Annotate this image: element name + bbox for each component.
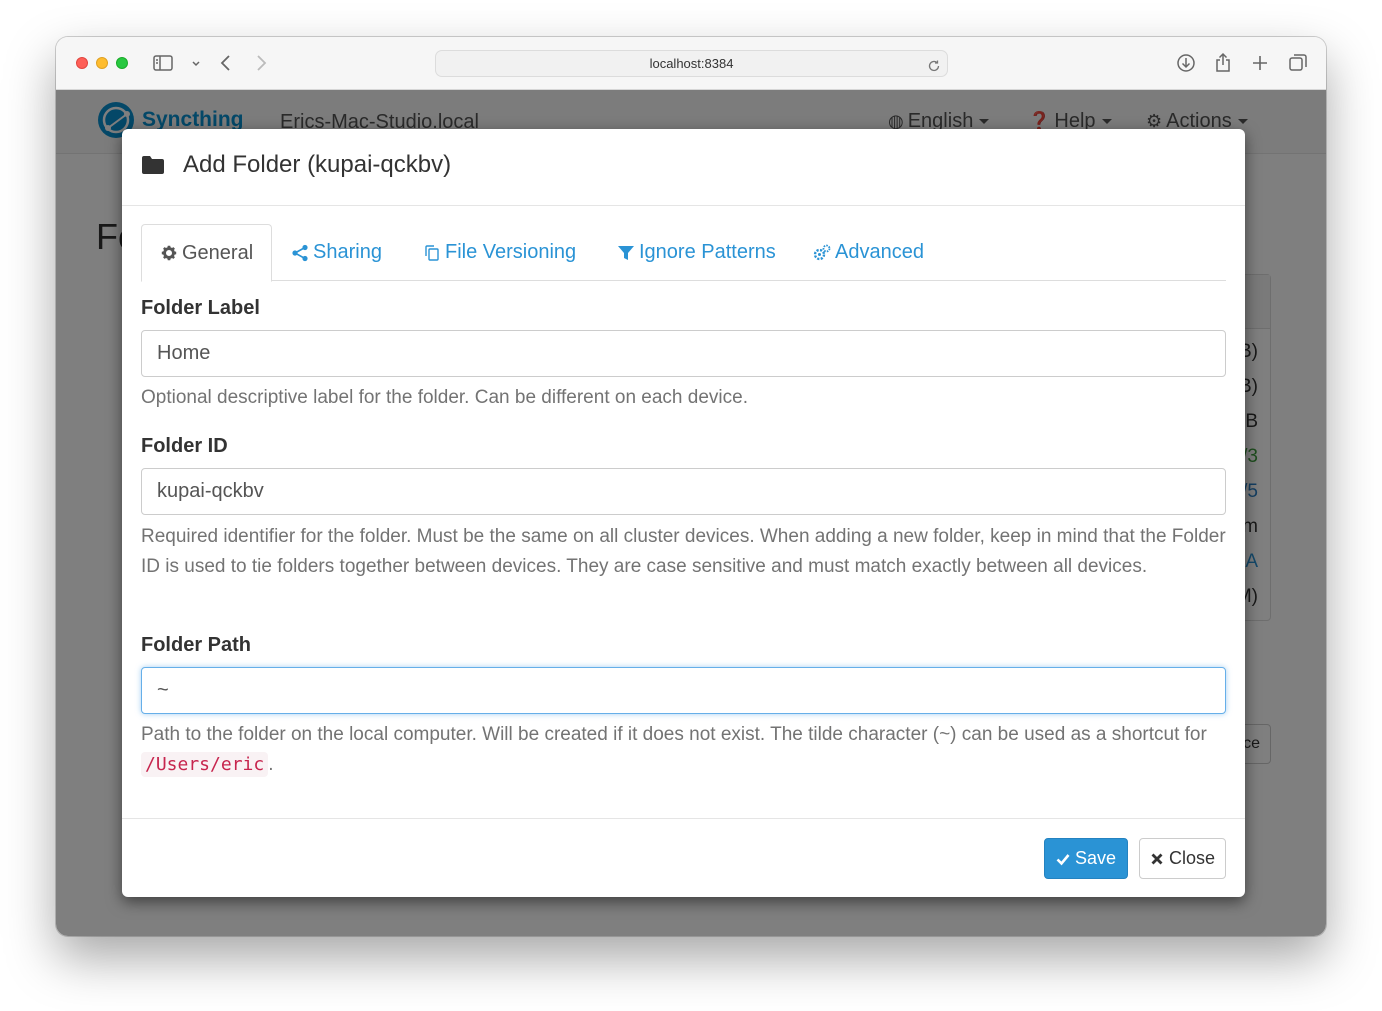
tab-ignore-patterns-label: Ignore Patterns: [639, 241, 776, 263]
close-window-button[interactable]: [76, 57, 88, 69]
gear-icon: [161, 245, 177, 261]
sidebar-icon[interactable]: [152, 52, 174, 74]
filter-icon: [618, 245, 634, 260]
folder-label-input[interactable]: [141, 330, 1226, 377]
tab-overview-icon[interactable]: [1287, 52, 1309, 74]
add-folder-dialog: Add Folder (kupai-qckbv) General Sharing…: [122, 129, 1245, 897]
folder-path-input[interactable]: [141, 667, 1226, 714]
back-icon[interactable]: [215, 52, 237, 74]
close-button[interactable]: Close: [1139, 838, 1226, 879]
page-content: Syncthing Erics-Mac-Studio.local ◍ Engli…: [56, 90, 1326, 936]
tab-file-versioning[interactable]: File Versioning: [405, 224, 594, 281]
folder-label-help: Optional descriptive label for the folde…: [141, 387, 748, 408]
folder-id-input[interactable]: [141, 468, 1226, 515]
browser-window: localhost:8384 Add Folder (kupai-qckbv) …: [56, 37, 1326, 936]
dialog-title: Add Folder (kupai-qckbv): [141, 151, 451, 179]
dialog-title-text: Add Folder (kupai-qckbv): [183, 151, 452, 178]
zoom-window-button[interactable]: [116, 57, 128, 69]
minimize-window-button[interactable]: [96, 57, 108, 69]
folder-path-help: Path to the folder on the local computer…: [141, 720, 1231, 780]
folder-id-label: Folder ID: [141, 435, 228, 457]
folder-icon: [142, 156, 164, 174]
tab-file-versioning-label: File Versioning: [445, 241, 577, 263]
reload-icon[interactable]: [927, 56, 941, 72]
tab-general-label: General: [182, 241, 254, 264]
download-icon[interactable]: [1175, 52, 1197, 74]
address-bar[interactable]: localhost:8384: [435, 50, 948, 77]
address-text: localhost:8384: [649, 56, 734, 71]
save-button-label: Save: [1074, 848, 1117, 868]
folder-tabs: General Sharing File Versioning Ignore P…: [141, 224, 1226, 282]
folder-path-help-suffix: .: [268, 754, 274, 775]
forward-icon[interactable]: [250, 52, 272, 74]
share-icon[interactable]: [1212, 52, 1234, 74]
tab-general[interactable]: General: [141, 224, 273, 282]
home-directory-path: /Users/eric: [141, 752, 269, 777]
new-tab-icon[interactable]: [1249, 52, 1271, 74]
tab-ignore-patterns[interactable]: Ignore Patterns: [599, 224, 794, 281]
close-button-label: Close: [1168, 848, 1216, 868]
tab-sharing[interactable]: Sharing: [273, 224, 400, 281]
folder-label-label: Folder Label: [141, 297, 260, 319]
folder-path-help-text: Path to the folder on the local computer…: [141, 724, 1207, 745]
copy-icon: [425, 244, 439, 261]
folder-path-label: Folder Path: [141, 634, 252, 656]
share-nodes-icon: [292, 244, 308, 261]
dialog-header: Add Folder (kupai-qckbv): [122, 129, 1245, 206]
gears-icon: [813, 244, 831, 260]
close-icon: [1151, 853, 1163, 864]
browser-toolbar: localhost:8384: [56, 37, 1326, 90]
chevron-down-icon[interactable]: [185, 52, 200, 74]
dialog-footer: Save Close: [122, 818, 1245, 897]
folder-id-help: Required identifier for the folder. Must…: [141, 526, 1226, 577]
check-icon: [1056, 853, 1070, 865]
tab-sharing-label: Sharing: [313, 241, 382, 263]
tab-advanced[interactable]: Advanced: [795, 224, 942, 281]
save-button[interactable]: Save: [1044, 838, 1128, 879]
tab-advanced-label: Advanced: [835, 241, 924, 263]
